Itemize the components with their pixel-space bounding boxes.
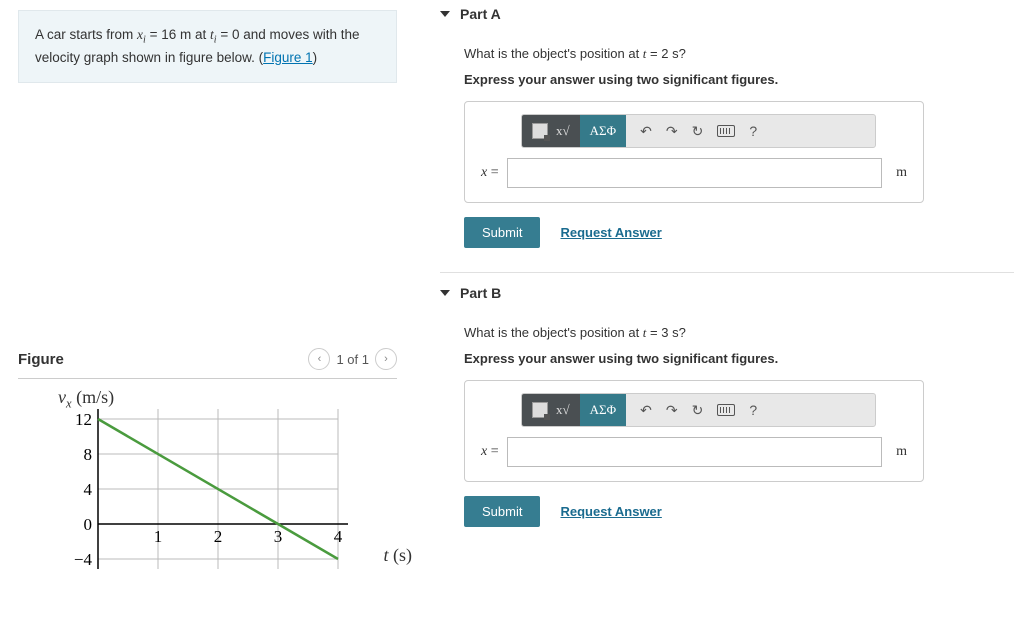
part-a-body: What is the object's position at t = 2 s…	[440, 28, 1014, 266]
figure-page-indicator: 1 of 1	[336, 352, 369, 367]
figure-pager: ‹ 1 of 1 ›	[308, 348, 397, 370]
part-a-instruction: Express your answer using two significan…	[464, 72, 1014, 87]
part-a-submit-button[interactable]: Submit	[464, 217, 540, 248]
part-b-instruction: Express your answer using two significan…	[464, 351, 1014, 366]
part-a-label: Part A	[460, 6, 501, 22]
part-a-request-answer[interactable]: Request Answer	[560, 225, 661, 240]
svg-text:12: 12	[75, 410, 92, 429]
greek-button[interactable]: ΑΣΦ	[580, 394, 626, 426]
velocity-chart: vx (m/s)	[58, 409, 377, 593]
part-b-request-answer[interactable]: Request Answer	[560, 504, 661, 519]
part-a-answer-box: x√ ΑΣΦ ↶ ↷ ↻ ? x = m	[464, 101, 924, 203]
svg-text:2: 2	[214, 527, 223, 546]
part-b-answer-box: x√ ΑΣΦ ↶ ↷ ↻ ? x = m	[464, 380, 924, 482]
y-axis-label: vx (m/s)	[58, 387, 114, 412]
part-b-unit: m	[896, 444, 907, 460]
equation-toolbar: x√ ΑΣΦ ↶ ↷ ↻ ?	[521, 114, 876, 148]
svg-text:0: 0	[84, 515, 93, 534]
help-icon[interactable]: ?	[749, 402, 757, 418]
undo-icon[interactable]: ↶	[640, 123, 652, 140]
redo-icon[interactable]: ↷	[666, 402, 678, 419]
part-b-label: Part B	[460, 285, 501, 301]
svg-text:3: 3	[274, 527, 283, 546]
svg-text:4: 4	[84, 480, 93, 499]
template-icon[interactable]	[532, 402, 548, 418]
next-figure-button[interactable]: ›	[375, 348, 397, 370]
undo-icon[interactable]: ↶	[640, 402, 652, 419]
part-a-lhs: x =	[481, 165, 499, 181]
figure-header: Figure ‹ 1 of 1 ›	[18, 348, 397, 379]
reset-icon[interactable]: ↻	[692, 123, 704, 140]
caret-down-icon	[440, 11, 450, 17]
figure-body: vx (m/s)	[18, 379, 397, 593]
part-b-body: What is the object's position at t = 3 s…	[440, 307, 1014, 545]
part-b-submit-button[interactable]: Submit	[464, 496, 540, 527]
greek-button[interactable]: ΑΣΦ	[580, 115, 626, 147]
part-a-header[interactable]: Part A	[440, 0, 1014, 28]
part-a-unit: m	[896, 165, 907, 181]
reset-icon[interactable]: ↻	[692, 402, 704, 419]
redo-icon[interactable]: ↷	[666, 123, 678, 140]
svg-text:4: 4	[334, 527, 343, 546]
problem-statement: A car starts from xi = 16 m at ti = 0 an…	[18, 10, 397, 83]
x-axis-label: t (s)	[383, 545, 412, 566]
keyboard-icon[interactable]	[717, 404, 735, 416]
part-divider	[440, 272, 1014, 273]
caret-down-icon	[440, 290, 450, 296]
svg-text:8: 8	[84, 445, 93, 464]
svg-text:1: 1	[154, 527, 163, 546]
figure-title: Figure	[18, 351, 64, 368]
part-b-header[interactable]: Part B	[440, 279, 1014, 307]
keyboard-icon[interactable]	[717, 125, 735, 137]
sqrt-icon[interactable]: x√	[556, 123, 570, 139]
figure-link[interactable]: Figure 1	[263, 50, 313, 65]
part-b-question: What is the object's position at t = 3 s…	[464, 325, 1014, 341]
part-b-lhs: x =	[481, 444, 499, 460]
prev-figure-button[interactable]: ‹	[308, 348, 330, 370]
chart-svg: 12 8 4 0 −4 1 2 3 4	[58, 409, 348, 589]
part-a-input[interactable]	[507, 158, 882, 188]
sqrt-icon[interactable]: x√	[556, 402, 570, 418]
equation-toolbar: x√ ΑΣΦ ↶ ↷ ↻ ?	[521, 393, 876, 427]
template-icon[interactable]	[532, 123, 548, 139]
help-icon[interactable]: ?	[749, 123, 757, 139]
part-a-question: What is the object's position at t = 2 s…	[464, 46, 1014, 62]
part-b-input[interactable]	[507, 437, 882, 467]
problem-text: A car starts from	[35, 27, 137, 42]
svg-text:−4: −4	[74, 550, 93, 569]
